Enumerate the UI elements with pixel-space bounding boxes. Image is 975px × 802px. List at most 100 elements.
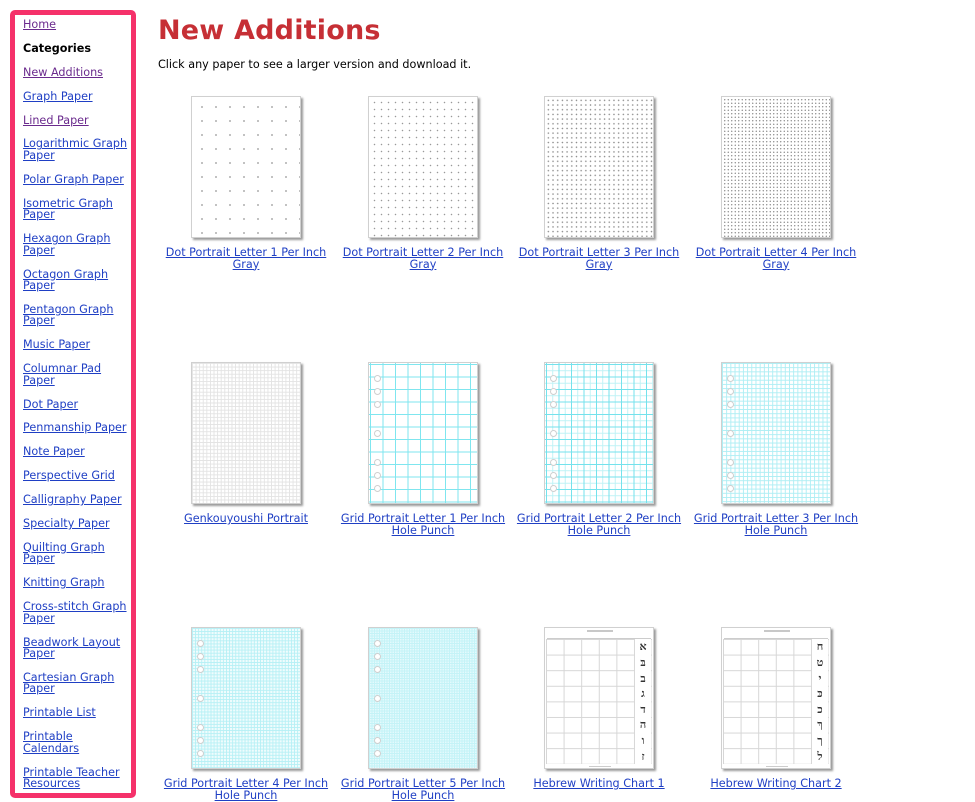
sidebar-item-note[interactable]: Note Paper (23, 446, 131, 458)
sidebar-link-quilting[interactable]: Quilting Graph Paper (23, 541, 105, 566)
grid-paper-thumbnail[interactable] (721, 362, 831, 504)
dot-paper-thumbnail[interactable] (721, 96, 831, 238)
paper-caption-link[interactable]: Grid Portrait Letter 2 Per Inch Hole Pun… (511, 513, 687, 536)
sidebar-link-logarithmic[interactable]: Logarithmic Graph Paper (23, 137, 127, 162)
paper-caption-link[interactable]: Grid Portrait Letter 5 Per Inch Hole Pun… (335, 778, 511, 801)
paper-card[interactable]: Grid Portrait Letter 3 Per Inch Hole Pun… (688, 362, 864, 536)
sidebar-item-teacher-resources[interactable]: Printable Teacher Resources (23, 767, 131, 790)
sidebar-item-calligraphy[interactable]: Calligraphy Paper (23, 494, 131, 506)
sidebar-item-isometric[interactable]: Isometric Graph Paper (23, 198, 131, 221)
paper-caption-link[interactable]: Dot Portrait Letter 4 Per Inch Gray (688, 247, 864, 270)
sidebar-item-home[interactable]: Home (23, 19, 131, 31)
paper-caption-link[interactable]: Dot Portrait Letter 2 Per Inch Gray (335, 247, 511, 270)
sidebar-item-knitting[interactable]: Knitting Graph (23, 577, 131, 589)
sidebar-link-cartesian[interactable]: Cartesian Graph Paper (23, 671, 114, 696)
paper-caption-link[interactable]: Grid Portrait Letter 1 Per Inch Hole Pun… (335, 513, 511, 536)
paper-caption-link[interactable]: Genkouyoushi Portrait (158, 513, 334, 525)
sidebar-link-graph-paper[interactable]: Graph Paper (23, 90, 93, 103)
sidebar-link-new-additions[interactable]: New Additions (23, 66, 103, 79)
sidebar-link-note[interactable]: Note Paper (23, 445, 85, 458)
sidebar-link-teacher-resources[interactable]: Printable Teacher Resources (23, 766, 120, 791)
sidebar-link-cross-stitch[interactable]: Cross-stitch Graph Paper (23, 600, 127, 625)
hole-punch-icon (197, 750, 204, 757)
sidebar-item-graph-paper[interactable]: Graph Paper (23, 90, 131, 103)
sidebar-item-beadwork[interactable]: Beadwork Layout Paper (23, 636, 131, 661)
hole-punch-icon (374, 401, 381, 408)
genkouyoushi-thumbnail[interactable] (191, 362, 301, 504)
sidebar-link-hexagon[interactable]: Hexagon Graph Paper (23, 232, 110, 257)
hebrew-chart-thumbnail[interactable]: א בּ ב ג ד ה ו ז (544, 627, 654, 769)
paper-caption-link[interactable]: Hebrew Writing Chart 1 (511, 778, 687, 790)
hole-punch-icon (374, 653, 381, 660)
hebrew-chart-title (545, 629, 653, 633)
sidebar-link-music[interactable]: Music Paper (23, 338, 90, 351)
dot-paper-thumbnail[interactable] (191, 96, 301, 238)
sidebar-link-polar[interactable]: Polar Graph Paper (23, 173, 124, 186)
grid-paper-thumbnail[interactable] (191, 627, 301, 769)
paper-caption-link[interactable]: Dot Portrait Letter 1 Per Inch Gray (158, 247, 334, 270)
sidebar-link-dot[interactable]: Dot Paper (23, 398, 78, 411)
sidebar-link-octagon[interactable]: Octagon Graph Paper (23, 268, 108, 293)
paper-card[interactable]: Dot Portrait Letter 4 Per Inch Gray (688, 96, 864, 270)
sidebar-link-home[interactable]: Home (23, 18, 56, 31)
sidebar-item-quilting[interactable]: Quilting Graph Paper (23, 542, 131, 565)
sidebar-item-lined-paper[interactable]: Lined Paper (23, 114, 131, 127)
hole-punch-icon (374, 737, 381, 744)
hole-punch-icon (374, 388, 381, 395)
paper-caption-link[interactable]: Hebrew Writing Chart 2 (688, 778, 864, 790)
sidebar-link-columnar[interactable]: Columnar Pad Paper (23, 362, 101, 387)
paper-caption-link[interactable]: Dot Portrait Letter 3 Per Inch Gray (511, 247, 687, 270)
sidebar-link-calendars[interactable]: Printable Calendars (23, 730, 79, 755)
sidebar-link-lined-paper[interactable]: Lined Paper (23, 114, 89, 127)
sidebar-item-octagon[interactable]: Octagon Graph Paper (23, 268, 131, 293)
sidebar-link-penmanship[interactable]: Penmanship Paper (23, 421, 127, 434)
paper-card[interactable]: Dot Portrait Letter 2 Per Inch Gray (335, 96, 511, 270)
sidebar-item-cross-stitch[interactable]: Cross-stitch Graph Paper (23, 601, 131, 624)
grid-paper-thumbnail[interactable] (368, 362, 478, 504)
sidebar-item-specialty[interactable]: Specialty Paper (23, 518, 131, 530)
sidebar-link-beadwork[interactable]: Beadwork Layout Paper (23, 636, 120, 661)
sidebar-link-pentagon[interactable]: Pentagon Graph Paper (23, 303, 113, 328)
paper-card[interactable]: א בּ ב ג ד ה ו ז Hebrew Writing Chart 1 (511, 627, 687, 790)
hebrew-letter: ל (817, 749, 823, 763)
paper-caption-link[interactable]: Grid Portrait Letter 4 Per Inch Hole Pun… (158, 778, 334, 801)
dot-paper-thumbnail[interactable] (368, 96, 478, 238)
hole-punch-icon (374, 724, 381, 731)
sidebar-item-columnar[interactable]: Columnar Pad Paper (23, 363, 131, 386)
category-list: Home Categories New Additions Graph Pape… (15, 15, 131, 790)
hole-punch-icon (374, 666, 381, 673)
hebrew-chart-thumbnail[interactable]: ח ט י כּ כ ךּ ך ל (721, 627, 831, 769)
sidebar-link-knitting[interactable]: Knitting Graph (23, 576, 104, 589)
sidebar-item-hexagon[interactable]: Hexagon Graph Paper (23, 233, 131, 256)
sidebar-item-calendars[interactable]: Printable Calendars (23, 731, 131, 754)
hole-punch-icon (550, 485, 557, 492)
hebrew-letter: כ (817, 702, 823, 716)
paper-card[interactable]: Grid Portrait Letter 5 Per Inch Hole Pun… (335, 627, 511, 801)
sidebar-item-penmanship[interactable]: Penmanship Paper (23, 422, 131, 434)
dot-paper-thumbnail[interactable] (544, 96, 654, 238)
paper-card[interactable]: Grid Portrait Letter 4 Per Inch Hole Pun… (158, 627, 334, 801)
sidebar-item-cartesian[interactable]: Cartesian Graph Paper (23, 672, 131, 695)
sidebar-item-dot[interactable]: Dot Paper (23, 398, 131, 411)
sidebar-item-new-additions[interactable]: New Additions (23, 67, 131, 79)
sidebar-link-printable-list[interactable]: Printable List (23, 706, 96, 719)
sidebar-item-logarithmic[interactable]: Logarithmic Graph Paper (23, 138, 131, 161)
sidebar-link-calligraphy[interactable]: Calligraphy Paper (23, 493, 122, 506)
grid-paper-thumbnail[interactable] (544, 362, 654, 504)
paper-caption-link[interactable]: Grid Portrait Letter 3 Per Inch Hole Pun… (688, 513, 864, 536)
sidebar-link-perspective[interactable]: Perspective Grid (23, 469, 115, 482)
sidebar-item-music[interactable]: Music Paper (23, 339, 131, 351)
paper-card[interactable]: Dot Portrait Letter 1 Per Inch Gray (158, 96, 334, 270)
grid-paper-thumbnail[interactable] (368, 627, 478, 769)
sidebar-item-pentagon[interactable]: Pentagon Graph Paper (23, 304, 131, 327)
paper-card[interactable]: Grid Portrait Letter 2 Per Inch Hole Pun… (511, 362, 687, 536)
sidebar-item-polar[interactable]: Polar Graph Paper (23, 174, 131, 186)
sidebar-item-printable-list[interactable]: Printable List (23, 707, 131, 719)
paper-card[interactable]: Dot Portrait Letter 3 Per Inch Gray (511, 96, 687, 270)
sidebar-item-perspective[interactable]: Perspective Grid (23, 470, 131, 482)
sidebar-link-isometric[interactable]: Isometric Graph Paper (23, 197, 113, 222)
sidebar-link-specialty[interactable]: Specialty Paper (23, 517, 110, 530)
paper-card[interactable]: ח ט י כּ כ ךּ ך ל Hebrew Writing Chart 2 (688, 627, 864, 790)
paper-card[interactable]: Genkouyoushi Portrait (158, 362, 334, 525)
paper-card[interactable]: Grid Portrait Letter 1 Per Inch Hole Pun… (335, 362, 511, 536)
